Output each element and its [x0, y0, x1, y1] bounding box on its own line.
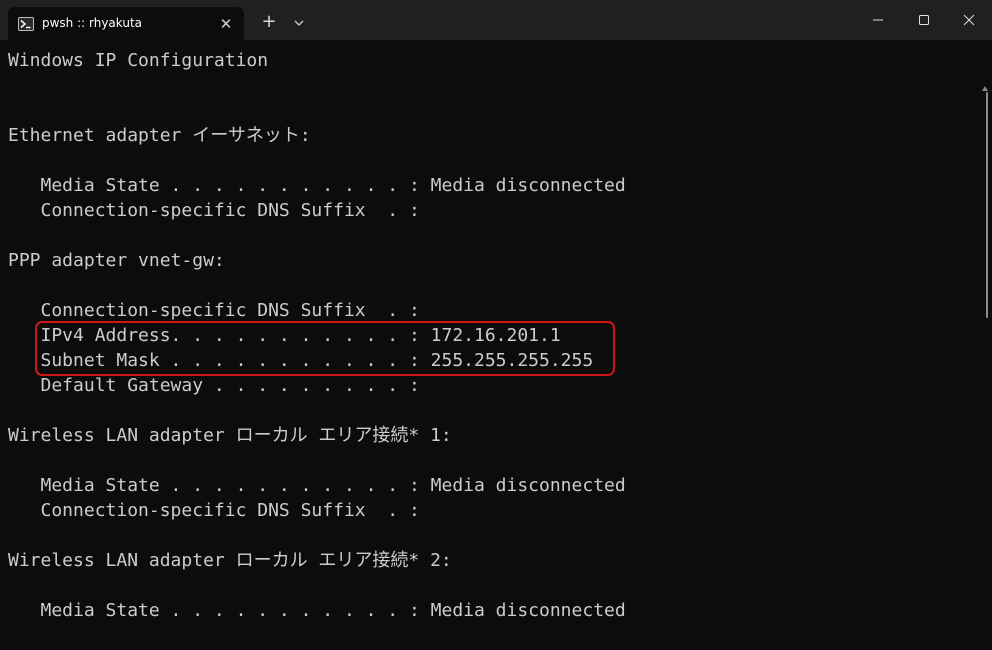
- new-tab-button[interactable]: +: [258, 12, 280, 34]
- terminal-line: Connection-specific DNS Suffix . :: [8, 500, 420, 521]
- chevron-down-icon: [289, 19, 309, 38]
- tab-title: pwsh :: rhyakuta: [42, 16, 143, 30]
- terminal-line: Media State . . . . . . . . . . . : Medi…: [8, 475, 626, 496]
- terminal-line: Media State . . . . . . . . . . . : Medi…: [8, 600, 626, 621]
- terminal-line: Connection-specific DNS Suffix . :: [8, 300, 420, 321]
- terminal-window: pwsh :: rhyakuta ✕ + Windows IP Configur…: [0, 0, 992, 650]
- scroll-up-arrow-icon[interactable]: [982, 86, 988, 91]
- terminal-line: Windows IP Configuration: [8, 50, 269, 71]
- tab-close-button[interactable]: ✕: [216, 14, 236, 34]
- minimize-button[interactable]: [855, 0, 901, 40]
- maximize-button[interactable]: [901, 0, 947, 40]
- powershell-icon: [18, 16, 34, 31]
- terminal-scrollbar[interactable]: [978, 40, 992, 650]
- scroll-thumb[interactable]: [986, 92, 988, 318]
- tab-pwsh[interactable]: pwsh :: rhyakuta ✕: [8, 7, 244, 40]
- terminal-line: Wireless LAN adapter ローカル エリア接続* 2:: [8, 550, 452, 571]
- terminal-output[interactable]: Windows IP Configuration Ethernet adapte…: [0, 40, 978, 650]
- terminal-line: Wireless LAN adapter ローカル エリア接続* 1:: [8, 425, 452, 446]
- terminal-line: Default Gateway . . . . . . . . . :: [8, 375, 420, 396]
- title-bar[interactable]: pwsh :: rhyakuta ✕ +: [0, 0, 992, 40]
- ip-highlight-box: [35, 321, 615, 376]
- terminal-line: Ethernet adapter イーサネット:: [8, 125, 311, 146]
- terminal-line: Connection-specific DNS Suffix . :: [8, 200, 420, 221]
- close-window-button[interactable]: [946, 0, 992, 40]
- tab-dropdown-button[interactable]: [289, 12, 309, 34]
- terminal-line: Media State . . . . . . . . . . . : Medi…: [8, 175, 626, 196]
- terminal-line: PPP adapter vnet-gw:: [8, 250, 225, 271]
